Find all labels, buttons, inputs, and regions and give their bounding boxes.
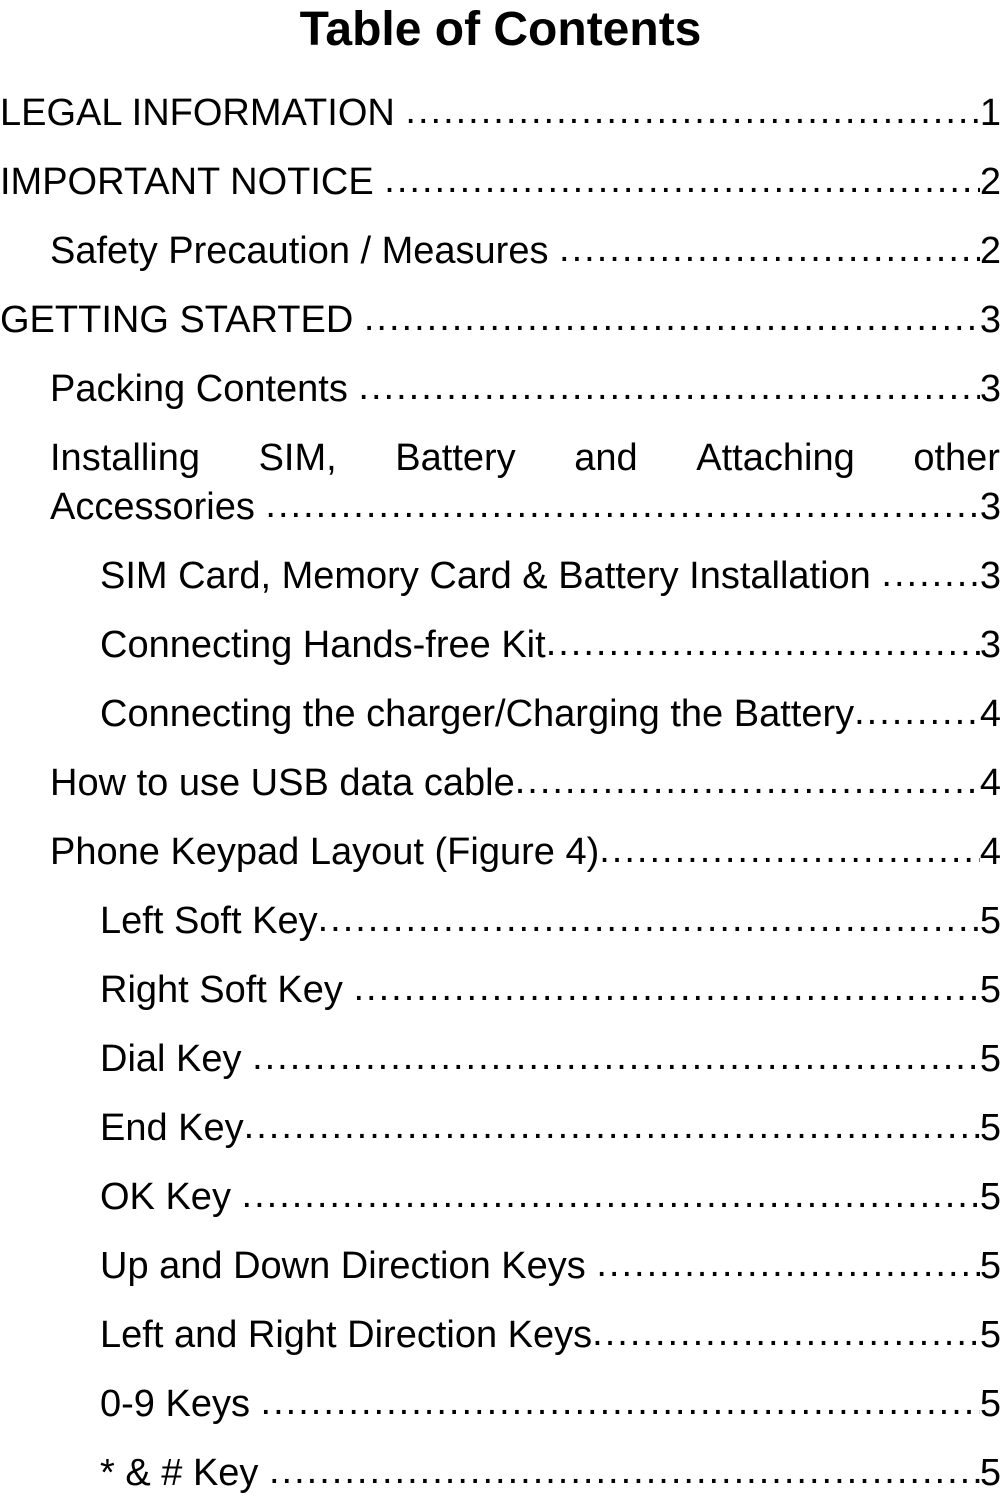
toc-entry-label: Phone Keypad Layout (Figure 4) xyxy=(50,831,600,873)
toc-entry-label: End Key xyxy=(100,1107,244,1149)
toc-dot-leader: ........................................… xyxy=(405,90,980,132)
toc-page-number: 3 xyxy=(979,486,1001,528)
toc-page-number: 5 xyxy=(979,969,1001,1011)
toc-entry[interactable]: Connecting Hands-free Kit...............… xyxy=(0,611,1001,680)
toc-entry-gap xyxy=(258,1439,269,1508)
toc-page-number: 5 xyxy=(979,1038,1001,1080)
toc-entry-label: OK Key xyxy=(100,1176,231,1218)
toc-entry-label: Accessories xyxy=(50,486,255,528)
toc-page-number: 5 xyxy=(979,1245,1001,1287)
toc-entry[interactable]: SIM Card, Memory Card & Battery Installa… xyxy=(0,542,1001,611)
toc-dot-leader: ........................................… xyxy=(514,760,980,802)
toc-entry[interactable]: Installing SIM, Battery and Attaching other Ac… xyxy=(0,424,1001,542)
toc-entry-gap xyxy=(395,79,406,148)
toc-entry-label: Right Soft Key xyxy=(100,969,343,1011)
toc-dot-leader: ........................................… xyxy=(353,967,980,1009)
toc-entry-gap xyxy=(871,542,882,611)
toc-dot-leader: ........................................… xyxy=(559,228,980,270)
toc-dot-leader: ........................................… xyxy=(363,297,980,339)
toc-entry[interactable]: Packing Contents .......................… xyxy=(0,355,1001,424)
toc-entry-gap xyxy=(242,1025,253,1094)
toc-dot-leader: ........................................… xyxy=(317,898,980,940)
toc-entry[interactable]: Left and Right Direction Keys...........… xyxy=(0,1301,1001,1370)
toc-entry[interactable]: Phone Keypad Layout (Figure 4)..........… xyxy=(0,818,1001,887)
toc-page-number: 4 xyxy=(979,762,1001,804)
toc-entry[interactable]: * & # Key ..............................… xyxy=(0,1439,1001,1508)
toc-entry[interactable]: 0-9 Keys ...............................… xyxy=(0,1370,1001,1439)
toc-entry-label: LEGAL INFORMATION xyxy=(0,92,395,134)
toc-dot-leader: ........................................… xyxy=(599,829,980,871)
toc-page-number: 5 xyxy=(979,1107,1001,1149)
toc-page-number: 5 xyxy=(979,1452,1001,1494)
toc-entry[interactable]: OK Key .................................… xyxy=(0,1163,1001,1232)
toc-list: LEGAL INFORMATION ......................… xyxy=(0,79,1001,1508)
toc-page-number: 5 xyxy=(979,1176,1001,1218)
toc-page-number: 3 xyxy=(979,555,1001,597)
toc-entry-label: Up and Down Direction Keys xyxy=(100,1245,586,1287)
toc-entry-gap xyxy=(343,956,354,1025)
toc-entry-label: How to use USB data cable xyxy=(50,762,515,804)
toc-entry-label: * & # Key xyxy=(100,1452,259,1494)
toc-dot-leader: ........................................… xyxy=(358,366,980,408)
toc-entry[interactable]: Dial Key ...............................… xyxy=(0,1025,1001,1094)
toc-entry-gap xyxy=(374,148,385,217)
toc-entry-label: 0-9 Keys xyxy=(100,1383,250,1425)
toc-entry-label: Dial Key xyxy=(100,1038,242,1080)
toc-dot-leader: ........................................… xyxy=(241,1174,980,1216)
toc-dot-leader: ........................................… xyxy=(243,1105,980,1147)
toc-page-number: 5 xyxy=(979,1314,1001,1356)
toc-entry[interactable]: LEGAL INFORMATION ......................… xyxy=(0,79,1001,148)
toc-dot-leader: ........................................… xyxy=(260,1381,980,1423)
toc-entry-label: Connecting Hands-free Kit xyxy=(100,624,546,666)
toc-page-number: 4 xyxy=(979,693,1001,735)
toc-entry-line: Accessories ............................… xyxy=(50,473,1001,542)
toc-page-number: 3 xyxy=(979,624,1001,666)
toc-entry[interactable]: GETTING STARTED ........................… xyxy=(0,286,1001,355)
toc-entry-label: SIM Card, Memory Card & Battery Installa… xyxy=(100,555,871,597)
toc-entry-gap xyxy=(348,355,359,424)
toc-dot-leader: ........................................… xyxy=(596,1243,980,1285)
toc-entry[interactable]: Safety Precaution / Measures ...........… xyxy=(0,217,1001,286)
toc-dot-leader: ........................................… xyxy=(268,1450,980,1492)
toc-dot-leader: ........................................… xyxy=(592,1312,980,1354)
toc-entry-label: Connecting the charger/Charging the Batt… xyxy=(100,693,855,735)
toc-page-number: 3 xyxy=(979,368,1001,410)
toc-entry[interactable]: Right Soft Key .........................… xyxy=(0,956,1001,1025)
toc-entry-label: Left and Right Direction Keys xyxy=(100,1314,593,1356)
toc-entry[interactable]: Left Soft Key...........................… xyxy=(0,887,1001,956)
toc-entry[interactable]: IMPORTANT NOTICE .......................… xyxy=(0,148,1001,217)
toc-entry[interactable]: End Key.................................… xyxy=(0,1094,1001,1163)
toc-entry-gap xyxy=(231,1163,242,1232)
toc-dot-leader: ........................................… xyxy=(265,484,979,526)
page-title: Table of Contents xyxy=(299,3,702,56)
toc-entry[interactable]: Connecting the charger/Charging the Batt… xyxy=(0,680,1001,749)
toc-entry-gap xyxy=(548,217,559,286)
toc-page-number: 3 xyxy=(979,299,1001,341)
toc-entry-label: GETTING STARTED xyxy=(0,299,354,341)
toc-entry-label: Left Soft Key xyxy=(100,900,318,942)
toc-entry-label: IMPORTANT NOTICE xyxy=(0,161,374,203)
toc-entry-gap xyxy=(353,286,364,355)
toc-page-number: 2 xyxy=(979,161,1001,203)
toc-page-number: 5 xyxy=(979,900,1001,942)
toc-page-number: 5 xyxy=(979,1383,1001,1425)
toc-dot-leader: ........................................… xyxy=(854,691,980,733)
toc-entry[interactable]: Up and Down Direction Keys .............… xyxy=(0,1232,1001,1301)
toc-page-number: 1 xyxy=(979,92,1001,134)
toc-entry-gap xyxy=(586,1232,597,1301)
toc-page-number: 2 xyxy=(979,230,1001,272)
toc-page-number: 4 xyxy=(979,831,1001,873)
toc-dot-leader: ........................................… xyxy=(384,159,980,201)
toc-entry-gap xyxy=(250,1370,261,1439)
toc-entry-label: Packing Contents xyxy=(50,368,348,410)
toc-entry-label: Safety Precaution / Measures xyxy=(50,230,549,272)
toc-page: Table of Contents LEGAL INFORMATION ....… xyxy=(0,0,1001,1494)
toc-dot-leader: ........................................… xyxy=(881,553,979,595)
toc-dot-leader: ........................................… xyxy=(545,622,980,664)
toc-dot-leader: ........................................… xyxy=(252,1036,980,1078)
toc-entry-gap xyxy=(255,473,266,542)
toc-entry[interactable]: How to use USB data cable...............… xyxy=(0,749,1001,818)
